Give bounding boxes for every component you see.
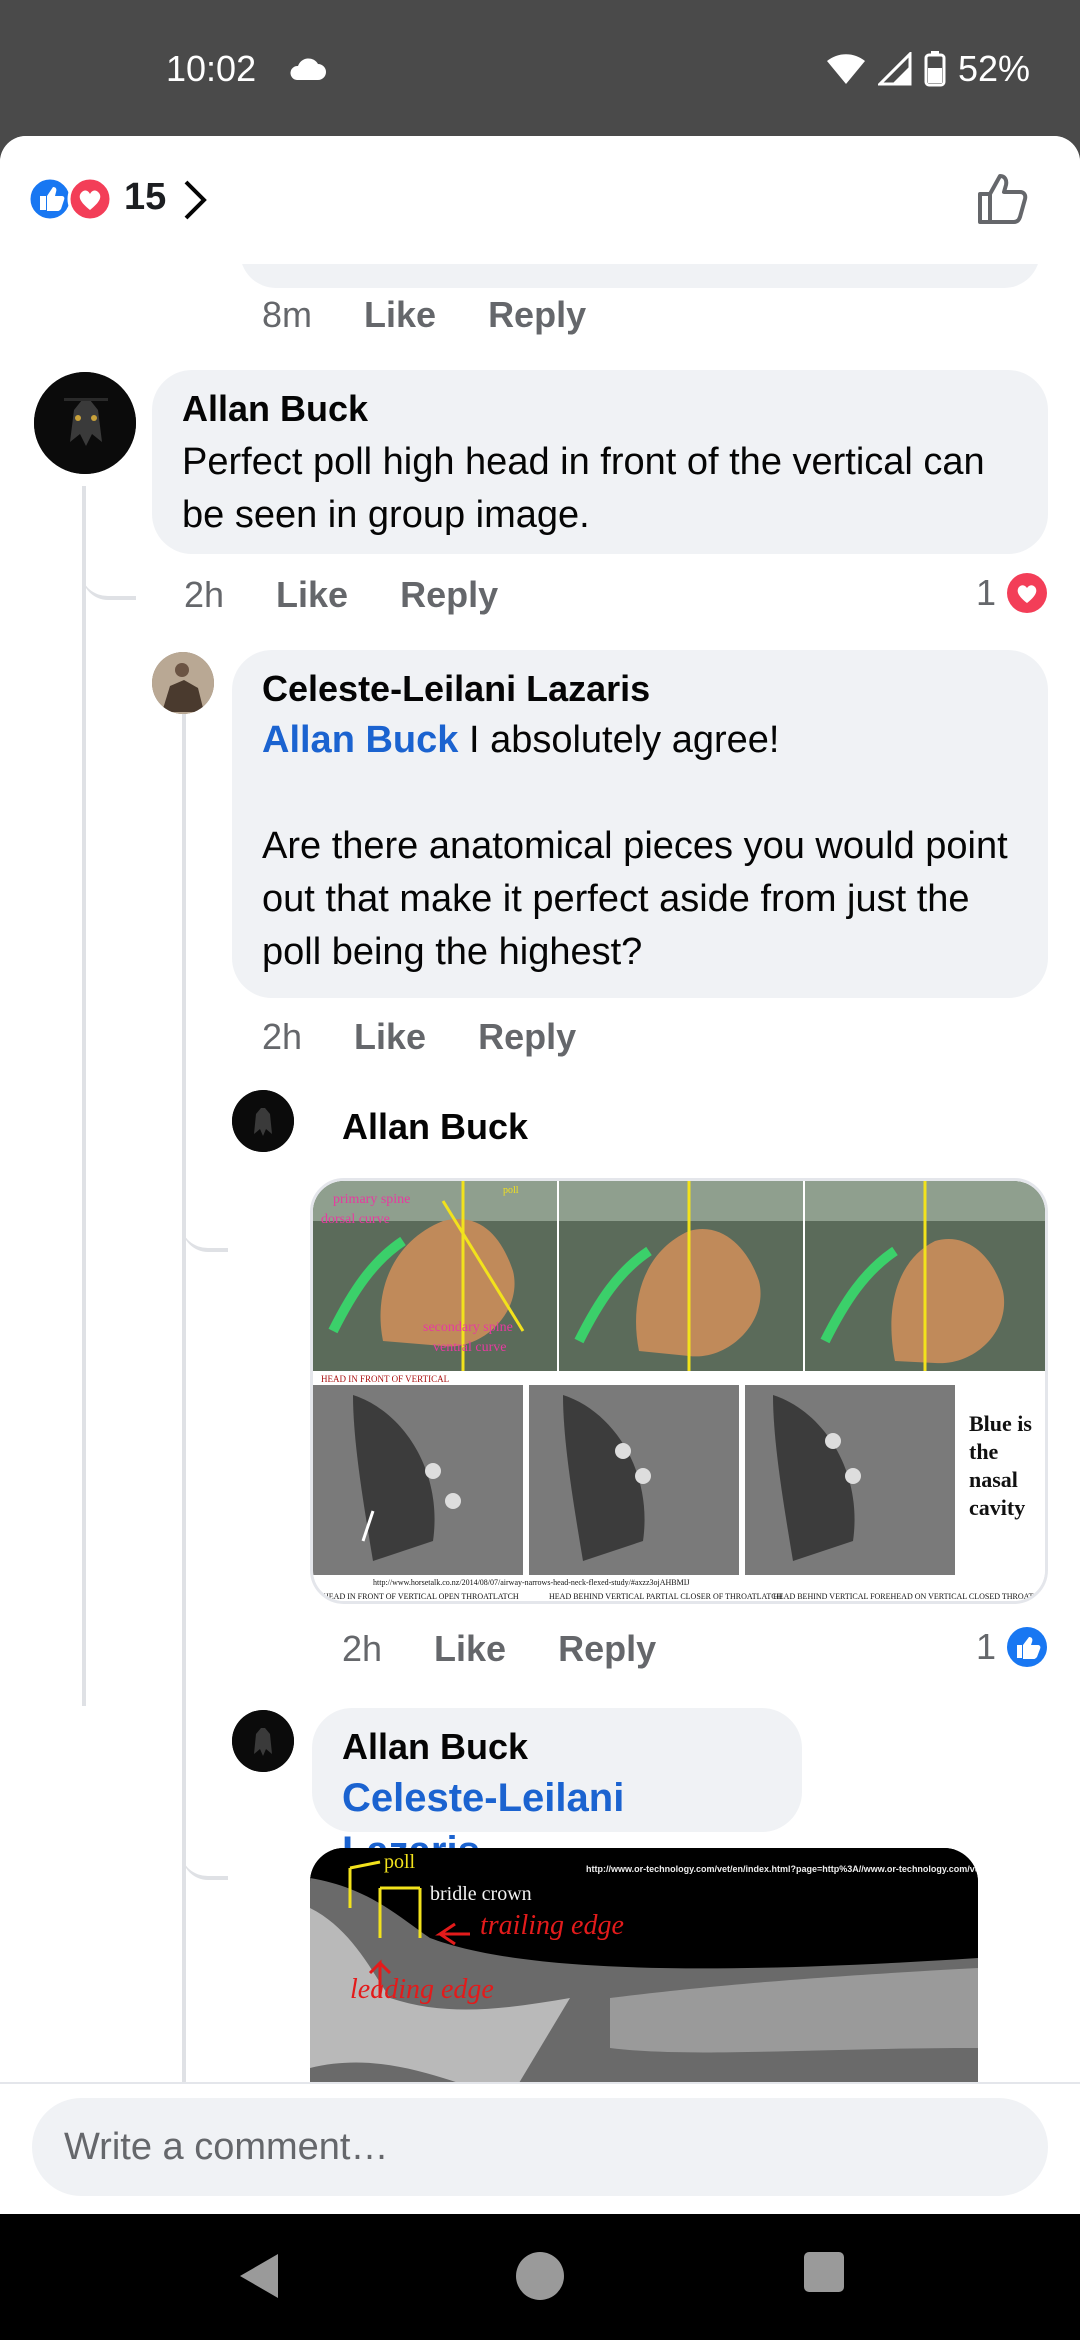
- skeleton-xray-comparison-image: primary spine dorsal curve secondary spi…: [313, 1181, 1048, 1601]
- comment-time: 2h: [262, 1016, 303, 1057]
- reply-button[interactable]: Reply: [488, 294, 586, 336]
- comment-bubble: Allan Buck Perfect poll high head in fro…: [152, 370, 1048, 554]
- avatar[interactable]: [232, 1710, 294, 1772]
- thread-connector: [82, 560, 136, 600]
- comment-image-comparison[interactable]: primary spine dorsal curve secondary spi…: [310, 1178, 1048, 1604]
- like-button[interactable]: Like: [276, 574, 348, 616]
- battery-icon: [924, 51, 946, 87]
- comment-text-part: I absolutely agree!: [458, 719, 780, 761]
- love-reaction-icon: [1007, 573, 1047, 613]
- comment-author[interactable]: Allan Buck: [342, 1726, 772, 1768]
- comment-time: 8m: [262, 294, 313, 335]
- primary-spine-label: primary spine: [333, 1192, 410, 1207]
- reply-button[interactable]: Reply: [558, 1628, 656, 1670]
- dorsal-curve-label: dorsal curve: [321, 1212, 390, 1227]
- poll-label: poll: [384, 1851, 416, 1873]
- mention-link[interactable]: Allan Buck: [262, 719, 458, 761]
- avatar[interactable]: [34, 372, 136, 474]
- reaction-count: 1: [975, 1626, 996, 1667]
- comment-author[interactable]: Celeste-Leilani Lazaris: [262, 668, 1018, 710]
- skeleton-panel: primary spine dorsal curve secondary spi…: [313, 1181, 557, 1385]
- avatar[interactable]: [152, 652, 214, 714]
- image-caption: HEAD IN FRONT OF VERTICAL OPEN THROATLAT…: [323, 1592, 519, 1601]
- horse-logo-icon: [34, 372, 136, 474]
- write-comment-input[interactable]: [32, 2098, 1048, 2196]
- avatar[interactable]: [232, 1090, 294, 1152]
- comment-time: 2h: [342, 1628, 383, 1669]
- image-source-url: http://www.or-technology.com/vet/en/inde…: [586, 1864, 978, 1874]
- reaction-summary[interactable]: 1: [976, 572, 1048, 614]
- comment-meta: 2h Like Reply: [262, 1016, 576, 1058]
- reaction-count[interactable]: 15: [124, 176, 166, 219]
- comment-composer: [0, 2082, 1080, 2214]
- home-icon[interactable]: [514, 2250, 566, 2302]
- comment-text: Allan Buck I absolutely agree!: [262, 714, 1018, 767]
- like-button[interactable]: Like: [364, 294, 436, 336]
- image-source-url: http://www.horsetalk.co.nz/2014/08/07/ai…: [373, 1578, 690, 1587]
- panel-caption: HEAD IN FRONT OF VERTICAL: [321, 1374, 449, 1384]
- comment-meta: 2h Like Reply: [342, 1628, 656, 1670]
- comment-meta: 8m Like Reply: [262, 294, 586, 336]
- thread-connector: [182, 1170, 228, 1252]
- reaction-count: 1: [975, 572, 996, 613]
- comment-text: Perfect poll high head in front of the v…: [182, 441, 985, 536]
- secondary-spine-label: secondary spine: [423, 1320, 513, 1335]
- reply-button[interactable]: Reply: [400, 574, 498, 616]
- thread-line: [82, 486, 86, 1706]
- reaction-bar[interactable]: 15: [0, 136, 1080, 264]
- image-caption: HEAD BEHIND VERTICAL FOREHEAD ON VERTICA…: [773, 1592, 1048, 1601]
- skeleton-panel: [559, 1181, 803, 1371]
- thread-connector: [182, 1760, 228, 1880]
- signal-icon: [877, 52, 912, 86]
- comments-sheet: 15 8m Like Reply Allan Buck Perfect poll…: [0, 136, 1080, 2214]
- love-reaction-icon: [67, 176, 113, 222]
- wifi-icon: [826, 54, 865, 84]
- xray-panel: [313, 1385, 523, 1575]
- comment-author[interactable]: Allan Buck: [342, 1106, 528, 1148]
- reaction-icons: [28, 176, 113, 222]
- comment-author[interactable]: Allan Buck: [182, 388, 1018, 430]
- thread-line: [182, 706, 186, 2096]
- horse-logo-icon: [232, 1090, 294, 1152]
- like-button[interactable]: Like: [354, 1016, 426, 1058]
- comment-bubble: Allan Buck Celeste-Leilani Lazaris: [312, 1708, 802, 1873]
- like-reaction-icon: [1007, 1627, 1047, 1667]
- comment-bubble: Celeste-Leilani Lazaris Allan Buck I abs…: [232, 650, 1048, 998]
- xray-panel: [745, 1385, 955, 1575]
- comment-meta: 2h Like Reply: [184, 574, 498, 616]
- comment-time: 2h: [184, 574, 225, 615]
- trailing-edge-label: trailing edge: [480, 1910, 624, 1941]
- status-right: 52%: [826, 48, 1030, 90]
- comment-text-paragraph: Are there anatomical pieces you would po…: [262, 825, 1008, 973]
- status-time: 10:02: [166, 48, 257, 89]
- bridle-crown-label: bridle crown: [430, 1883, 532, 1905]
- like-button[interactable]: Like: [434, 1628, 506, 1670]
- like-reaction-icon: [28, 176, 73, 222]
- reaction-summary[interactable]: 1: [976, 1626, 1048, 1668]
- status-bar: 10:02 52%: [0, 0, 1080, 140]
- xray-panel: [529, 1385, 739, 1575]
- reply-button[interactable]: Reply: [478, 1016, 576, 1058]
- leading-edge-label: leading edge: [350, 1974, 494, 2005]
- skeleton-panel: [805, 1181, 1045, 1371]
- back-icon[interactable]: [234, 2250, 282, 2302]
- chevron-right-icon[interactable]: [180, 178, 210, 222]
- cloud-icon: [290, 58, 326, 80]
- image-caption: HEAD BEHIND VERTICAL PARTIAL CLOSER OF T…: [549, 1592, 783, 1601]
- rider-photo: [152, 652, 214, 714]
- recents-icon[interactable]: [802, 2250, 846, 2294]
- like-post-icon[interactable]: [976, 170, 1032, 226]
- ventral-curve-label: ventral curve: [433, 1340, 506, 1355]
- battery-percent: 52%: [957, 48, 1030, 89]
- poll-label: poll: [503, 1185, 519, 1196]
- horse-logo-icon: [232, 1710, 294, 1772]
- system-nav-bar: [0, 2214, 1080, 2340]
